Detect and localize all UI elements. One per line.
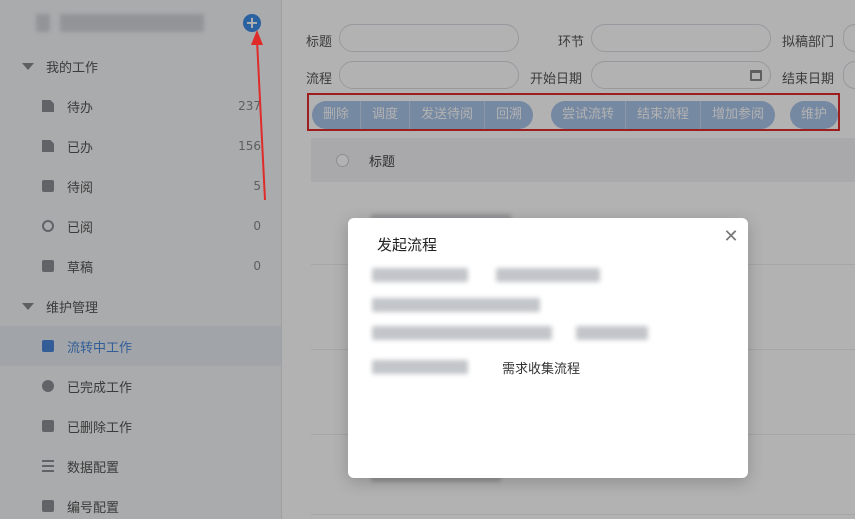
start-process-dialog: 发起流程 ✕ 需求收集流程 <box>348 218 748 478</box>
process-item-redacted[interactable] <box>496 268 600 282</box>
process-item-redacted[interactable] <box>576 326 648 340</box>
process-item-redacted[interactable] <box>372 360 468 374</box>
close-icon[interactable]: ✕ <box>722 228 740 246</box>
process-item-redacted[interactable] <box>372 298 540 312</box>
process-item-requirement-collection[interactable]: 需求收集流程 <box>502 358 580 377</box>
process-item-redacted[interactable] <box>372 268 468 282</box>
process-item-redacted[interactable] <box>372 326 552 340</box>
dialog-title: 发起流程 <box>377 236 438 254</box>
